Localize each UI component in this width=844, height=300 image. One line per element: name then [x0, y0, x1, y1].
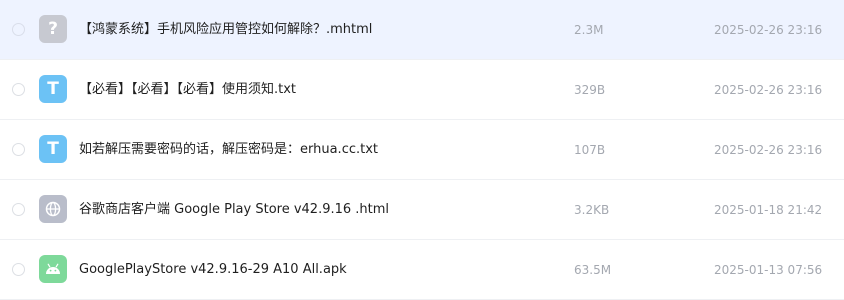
row-checkbox[interactable]	[12, 263, 25, 276]
icon-glyph: T	[47, 78, 59, 99]
file-name[interactable]: 【鸿蒙系统】手机风险应用管控如何解除？.mhtml	[79, 0, 372, 60]
row-checkbox[interactable]	[12, 203, 25, 216]
file-size: 63.5M	[574, 263, 612, 277]
file-name[interactable]: GooglePlayStore v42.9.16-29 A10 All.apk	[79, 240, 347, 300]
file-size: 329B	[574, 83, 606, 97]
row-checkbox[interactable]	[12, 83, 25, 96]
text-file-icon: T	[39, 135, 67, 163]
file-row[interactable]: T 如若解压需要密码的话，解压密码是：erhua.cc.txt 107B 202…	[0, 120, 844, 180]
file-date: 2025-02-26 23:16	[714, 143, 823, 157]
icon-glyph: T	[47, 138, 59, 159]
unknown-file-icon: ?	[39, 15, 67, 43]
file-row[interactable]: T 【必看】【必看】【必看】使用须知.txt 329B 2025-02-26 2…	[0, 60, 844, 120]
web-file-icon	[39, 195, 67, 223]
file-date: 2025-02-26 23:16	[714, 23, 823, 37]
file-date: 2025-01-18 21:42	[714, 203, 823, 217]
file-size: 3.2KB	[574, 203, 610, 217]
file-date: 2025-02-26 23:16	[714, 83, 823, 97]
row-checkbox[interactable]	[12, 143, 25, 156]
text-file-icon: T	[39, 75, 67, 103]
file-row[interactable]: 谷歌商店客户端 Google Play Store v42.9.16 .html…	[0, 180, 844, 240]
android-icon	[46, 263, 60, 274]
file-name[interactable]: 如若解压需要密码的话，解压密码是：erhua.cc.txt	[79, 120, 378, 180]
android-apk-icon	[39, 255, 67, 283]
file-size: 2.3M	[574, 23, 604, 37]
icon-glyph: ?	[48, 18, 58, 39]
file-row[interactable]: GooglePlayStore v42.9.16-29 A10 All.apk …	[0, 240, 844, 300]
file-date: 2025-01-13 07:56	[714, 263, 823, 277]
file-row[interactable]: ? 【鸿蒙系统】手机风险应用管控如何解除？.mhtml 2.3M 2025-02…	[0, 0, 844, 60]
globe-icon	[45, 201, 61, 217]
file-size: 107B	[574, 143, 606, 157]
file-list: ? 【鸿蒙系统】手机风险应用管控如何解除？.mhtml 2.3M 2025-02…	[0, 0, 844, 300]
file-name[interactable]: 【必看】【必看】【必看】使用须知.txt	[79, 60, 296, 120]
row-checkbox[interactable]	[12, 23, 25, 36]
file-name[interactable]: 谷歌商店客户端 Google Play Store v42.9.16 .html	[79, 180, 389, 240]
